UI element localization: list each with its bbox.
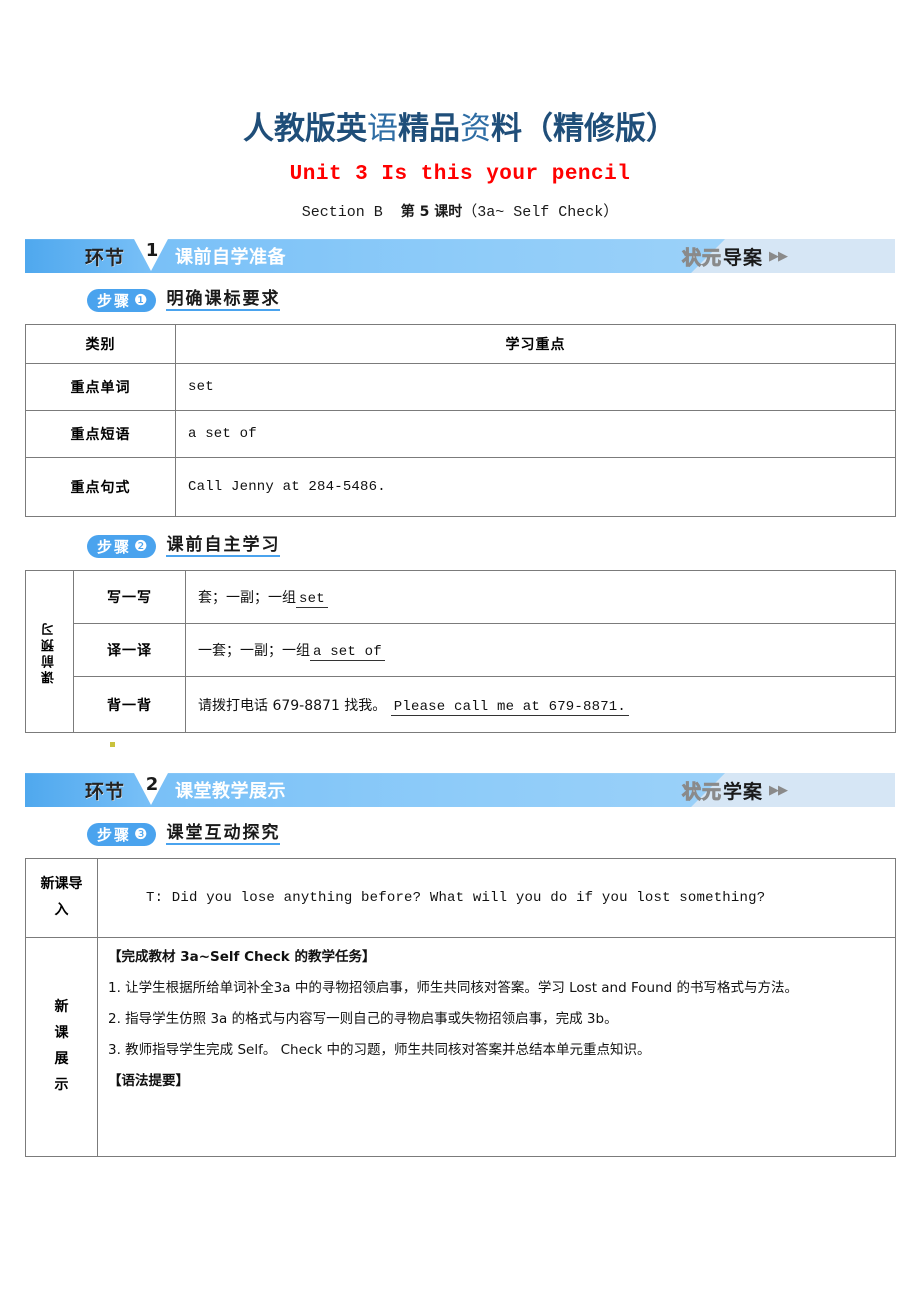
brand-part-4: 资 [460, 111, 491, 147]
double-chevron-right-icon: ▶▶ [769, 248, 788, 264]
intro-label-cell: 新课导 入 [25, 858, 98, 939]
table-row: 重点短语 a set of [25, 410, 896, 459]
table-row: 背一背 请拨打电话 679-8871 找我。 Please call me at… [26, 676, 896, 734]
step-3-pill-number: ❸ [134, 825, 148, 844]
display-content-cell: 【完成教材 3a~Self Check 的教学任务】 1. 让学生根据所给单词补… [97, 937, 896, 1158]
step-3-title: 课堂互动探究 [166, 824, 281, 846]
step-2-pill-number: ❷ [134, 537, 148, 556]
unit-title: Unit 3 Is this your pencil [289, 163, 631, 187]
step-2-title: 课前自主学习 [166, 536, 281, 558]
intro-content-cell: T: Did you lose anything before? What wi… [97, 858, 896, 939]
brand-part-3: 精品 [398, 111, 460, 147]
step-1-pill-label: 步骤 [97, 292, 132, 311]
brand-title: 人教版英语精品资料（精修版） [25, 112, 895, 146]
step-3-pill: 步骤 ❸ [87, 823, 157, 847]
banner-2-badge-solid-text: 学案 [722, 780, 763, 803]
preview-side-label-cell: 课前预习 [25, 570, 74, 734]
step-1-title: 明确课标要求 [166, 290, 281, 312]
table-row: 重点单词 set [25, 363, 896, 412]
banner-2-stage-label: 环节 [85, 780, 126, 803]
section-banner-2: 环节 2 课堂教学展示 状元 学案 ▶▶ [25, 773, 895, 808]
table-row: 译一译 一套；一副；一组 a set of [26, 623, 896, 678]
intro-label-line-2: 入 [54, 902, 69, 919]
table2-row2-label: 背一背 [73, 676, 186, 734]
table-row: 课前预习 写一写 套；一副；一组 set [25, 570, 896, 734]
table2-row2-cn: 请拨打电话 679-8871 找我。 [198, 697, 387, 714]
intro-label: 新课导 入 [26, 872, 97, 924]
step-2-pill-label: 步骤 [97, 538, 132, 557]
display-label-line-2: 课 [54, 1025, 69, 1042]
table-row-header: 类别 学习重点 [25, 324, 896, 365]
table1-row0-label: 重点单词 [25, 363, 176, 412]
banner-2-number-badge: 2 [131, 773, 173, 807]
banner-2-title: 课堂教学展示 [175, 781, 287, 803]
task-item-1: 1. 让学生根据所给单词补全3a 中的寻物招领启事，师生共同核对答案。学习 Lo… [108, 980, 798, 997]
step-2-pill: 步骤 ❷ [87, 535, 157, 559]
step-heading-2: 步骤 ❷ 课前自主学习 [87, 535, 895, 559]
step-heading-3: 步骤 ❸ 课堂互动探究 [87, 823, 895, 847]
section-period: 第 5 课时 [400, 204, 463, 221]
banner-2-number: 2 [145, 774, 159, 796]
table1-header-focus: 学习重点 [175, 324, 896, 365]
banner-1-badge: 状元 导案 ▶▶ [681, 239, 788, 273]
table-row: 新 课 展 示 【完成教材 3a~Self Check 的教学任务】 1. 让学… [25, 937, 896, 1158]
step-heading-1: 步骤 ❶ 明确课标要求 [87, 289, 895, 313]
table2-row1-content: 一套；一副；一组 a set of [185, 623, 896, 678]
step-1-pill-number: ❶ [134, 291, 148, 310]
table2-row0-answer: set [296, 591, 328, 609]
table1-row2-label: 重点句式 [25, 457, 176, 518]
step-1-pill: 步骤 ❶ [87, 289, 157, 313]
banner-2-badge-outline-text: 状元 [681, 780, 722, 803]
table2-row0-label: 写一写 [73, 570, 186, 625]
task-heading: 【完成教材 3a~Self Check 的教学任务】 [108, 949, 376, 966]
display-label-line-3: 展 [54, 1051, 69, 1068]
section-scope: （3a~ Self Check） [462, 204, 619, 222]
intro-label-line-1: 新课导 [40, 876, 83, 893]
table2-row1-cn: 一套；一副；一组 [198, 643, 310, 660]
banner-1-badge-outline-text: 状元 [681, 246, 722, 269]
display-label: 新 课 展 示 [26, 995, 97, 1099]
banner-1-stage-label: 环节 [85, 246, 126, 269]
teaching-process-table: 新课导 入 T: Did you lose anything before? W… [25, 858, 896, 1158]
display-label-cell: 新 课 展 示 [25, 937, 98, 1158]
table2-row2-answer: Please call me at 679-8871. [390, 698, 630, 716]
table-row: 重点句式 Call Jenny at 284-5486. [25, 457, 896, 518]
table1-header-category: 类别 [25, 324, 176, 365]
table2-row0-cn: 套；一副；一组 [198, 590, 296, 607]
table1-row0-value: set [175, 363, 896, 412]
brand-part-1: 人教版英 [243, 111, 367, 147]
stray-mark [110, 742, 115, 747]
task-item-2: 2. 指导学生仿照 3a 的格式与内容写一则自己的寻物启事或失物招领启事，完成 … [108, 1010, 618, 1027]
intro-text: T: Did you lose anything before? What wi… [146, 890, 766, 907]
banner-2-badge: 状元 学案 ▶▶ [681, 773, 788, 807]
document-page: 人教版英语精品资料（精修版） Unit 3 Is this your penci… [0, 0, 920, 1302]
preview-side-label: 课前预习 [42, 619, 57, 684]
banner-1-number: 1 [145, 240, 159, 262]
section-line: Section B 第 5 课时（3a~ Self Check） [25, 200, 895, 221]
brand-part-2: 语 [367, 111, 398, 147]
table1-row2-value: Call Jenny at 284-5486. [175, 457, 896, 518]
step-3-pill-label: 步骤 [97, 826, 132, 845]
table-row: 新课导 入 T: Did you lose anything before? W… [25, 858, 896, 939]
display-label-line-1: 新 [54, 999, 69, 1016]
table2-row2-content: 请拨打电话 679-8871 找我。 Please call me at 679… [185, 676, 896, 734]
table1-row1-value: a set of [175, 410, 896, 459]
task-item-3: 3. 教师指导学生完成 Self。 Check 中的习题，师生共同核对答案并总结… [108, 1041, 651, 1058]
section-name: Section B [301, 204, 383, 222]
table2-row1-label: 译一译 [73, 623, 186, 678]
banner-1-number-badge: 1 [131, 239, 173, 273]
banner-1-title: 课前自学准备 [175, 247, 287, 269]
learning-focus-table: 类别 学习重点 重点单词 set 重点短语 a set of 重点句式 Call… [25, 324, 896, 518]
table1-row1-label: 重点短语 [25, 410, 176, 459]
display-label-line-4: 示 [54, 1076, 69, 1093]
table2-row0-content: 套；一副；一组 set [185, 570, 896, 625]
table2-row1-answer: a set of [310, 644, 385, 662]
preview-table: 课前预习 写一写 套；一副；一组 set 译一译 一套；一副；一组 a set of… [25, 570, 896, 734]
document-header: 人教版英语精品资料（精修版） Unit 3 Is this your penci… [25, 0, 895, 221]
brand-part-5: 料（精修版） [491, 111, 677, 147]
double-chevron-right-icon: ▶▶ [769, 782, 788, 798]
banner-1-badge-solid-text: 导案 [722, 246, 763, 269]
grammar-heading: 【语法提要】 [108, 1072, 189, 1089]
section-banner-1: 环节 1 课前自学准备 状元 导案 ▶▶ [25, 239, 895, 274]
